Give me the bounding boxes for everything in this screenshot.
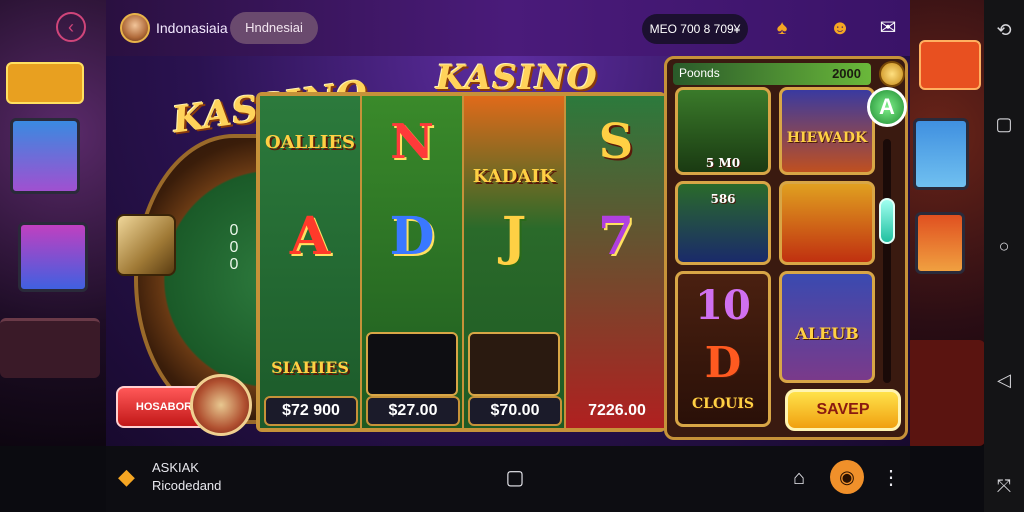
counter-digit: 0 bbox=[229, 256, 239, 273]
app-logo-icon[interactable]: ◆ bbox=[118, 464, 144, 490]
reel-4-price: 7226.00 bbox=[588, 402, 646, 419]
card-label: CLOUIS bbox=[691, 396, 755, 412]
arcade-machine-panel bbox=[905, 340, 985, 446]
top-bar: Indonasiaia Hndnesiai MEO 700 8 709¥ ♠ ☻… bbox=[106, 0, 910, 56]
bottom-bar: ◆ ASKIAK Ricodedand ▢ ⌂ ◉ ⋮ bbox=[106, 446, 910, 512]
wheel-crank-handle[interactable] bbox=[116, 214, 176, 276]
bottom-title: ASKIAK bbox=[152, 460, 199, 475]
gift-icon[interactable]: ✉ bbox=[874, 14, 902, 42]
bottom-black-area bbox=[0, 446, 106, 512]
reel-4: S 7 bbox=[566, 96, 668, 428]
treasure-tile bbox=[366, 332, 458, 396]
back-triangle-icon[interactable]: ◁ bbox=[992, 368, 1016, 392]
save-button[interactable]: SAVEP bbox=[785, 389, 901, 431]
screenshot-icon[interactable]: ⤧ bbox=[992, 474, 1016, 498]
reel-symbol: D bbox=[389, 206, 435, 267]
region-selector[interactable]: Hndnesiai bbox=[230, 12, 318, 44]
reel-2-price: $27.00 bbox=[366, 396, 460, 426]
arcade-machine-screen bbox=[10, 118, 80, 194]
reel-2: N D bbox=[362, 96, 464, 428]
arcade-machine-screen bbox=[18, 222, 88, 292]
game-card[interactable]: ALEUB bbox=[779, 271, 875, 383]
avatar[interactable] bbox=[120, 13, 150, 43]
arcade-machine-screen bbox=[915, 212, 965, 274]
game-card[interactable]: 10 D CLOUIS bbox=[675, 271, 771, 427]
home-icon[interactable]: ▢ bbox=[502, 464, 528, 492]
back-button[interactable]: ‹ bbox=[56, 12, 86, 42]
credit-counter: 0 0 0 bbox=[224, 222, 244, 273]
arcade-machine-sign bbox=[919, 40, 981, 90]
points-label: Poonds bbox=[679, 66, 720, 80]
card-label: ALEUB bbox=[795, 324, 859, 343]
points-value: 2000 bbox=[832, 66, 861, 81]
game-screen: ‹ Indonasiaia Hndnesiai MEO 700 8 709¥ ♠… bbox=[0, 0, 1024, 512]
panel-slider-track[interactable] bbox=[883, 139, 891, 383]
reel-symbol: 7 bbox=[597, 206, 635, 267]
bottom-subtitle: Ricodedand bbox=[152, 478, 222, 493]
reel-3-price: $70.00 bbox=[468, 396, 562, 426]
accept-button[interactable]: A bbox=[867, 87, 907, 127]
recents-icon[interactable]: ▢ bbox=[992, 112, 1016, 136]
store-icon[interactable]: ⌂ bbox=[786, 464, 812, 492]
reel-1: OALLIES A SIAHIES bbox=[260, 96, 362, 428]
fruit-tile bbox=[468, 332, 560, 396]
game-card[interactable]: HIEWADK bbox=[779, 87, 875, 175]
arcade-machine-panel bbox=[0, 318, 100, 378]
reel-symbol: N bbox=[390, 114, 434, 170]
side-panel: Poonds 2000 5 M0 HIEWADK 586 10 D CLOUIS bbox=[664, 56, 908, 440]
rotate-icon[interactable]: ⟲ bbox=[992, 18, 1016, 42]
slot-reels: OALLIES A SIAHIES N D KADAIK J S 7 $72 9… bbox=[256, 92, 668, 432]
counter-digit: 0 bbox=[229, 222, 239, 239]
arcade-machine-screen bbox=[913, 118, 969, 190]
arcade-machine-sign bbox=[6, 62, 84, 104]
counter-digit: 0 bbox=[229, 239, 239, 256]
arcade-background-left bbox=[0, 0, 110, 446]
card-label: 5 M0 bbox=[705, 156, 741, 170]
card-label: D bbox=[704, 338, 742, 387]
reel-1-price: $72 900 bbox=[264, 396, 358, 426]
center-game-title: KASINO bbox=[436, 58, 598, 98]
reel-symbol: OALLIES bbox=[264, 132, 356, 153]
reel-3: KADAIK J bbox=[464, 96, 566, 428]
spade-icon[interactable]: ♠ bbox=[768, 14, 796, 42]
chat-icon[interactable]: ◉ bbox=[830, 460, 864, 494]
card-label: 10 bbox=[695, 282, 751, 329]
spin-dial[interactable] bbox=[190, 374, 252, 436]
system-nav-bar: ⟲ ▢ ○ ◁ ⤧ bbox=[984, 0, 1024, 512]
game-area: 0 0 0 KASSINO OALLIES A SIAHIES N D KADA… bbox=[106, 56, 910, 446]
points-header: Poonds 2000 bbox=[673, 63, 871, 85]
balance-display[interactable]: MEO 700 8 709¥ bbox=[642, 14, 748, 44]
more-menu-icon[interactable]: ⋮ bbox=[878, 464, 904, 492]
card-label: HIEWADK bbox=[786, 130, 868, 146]
reel-symbol: J bbox=[501, 206, 527, 267]
panel-slider-thumb[interactable] bbox=[879, 198, 895, 245]
game-card[interactable] bbox=[779, 181, 875, 265]
character-icon[interactable]: ☻ bbox=[826, 14, 854, 42]
card-label: 586 bbox=[710, 192, 736, 206]
game-card[interactable]: 586 bbox=[675, 181, 771, 265]
game-card[interactable]: 5 M0 bbox=[675, 87, 771, 175]
reel-symbol: S bbox=[598, 114, 634, 170]
reel-symbol: A bbox=[289, 206, 331, 267]
arcade-background-right bbox=[905, 0, 985, 446]
app-name: Indonasiaia bbox=[156, 20, 228, 36]
coin-icon[interactable] bbox=[879, 61, 905, 87]
home-circle-icon[interactable]: ○ bbox=[992, 234, 1016, 258]
